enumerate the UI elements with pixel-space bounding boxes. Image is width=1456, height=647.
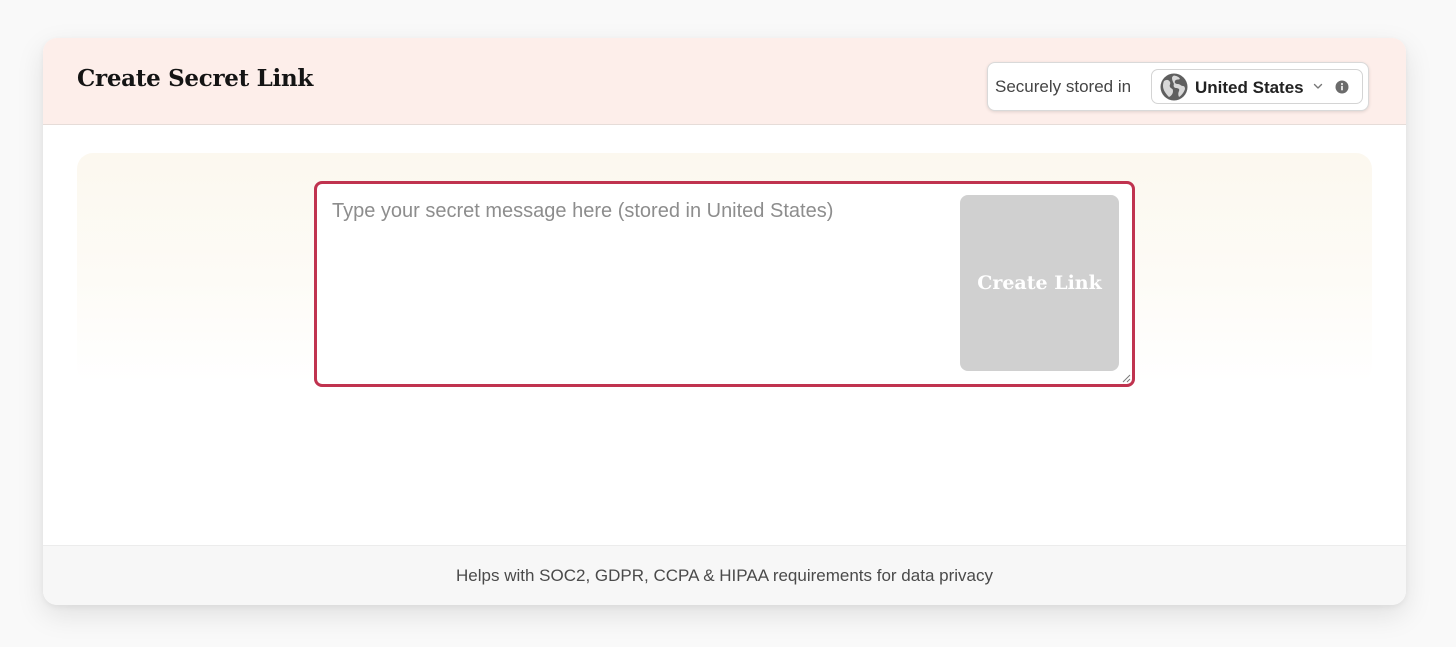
region-select[interactable]: United States (1151, 69, 1363, 104)
region-selected-value: United States (1195, 78, 1304, 97)
card-footer: Helps with SOC2, GDPR, CCPA & HIPAA requ… (43, 545, 1406, 605)
resize-handle-icon[interactable] (1121, 373, 1131, 383)
info-icon[interactable] (1335, 80, 1349, 94)
card-header: Create Secret Link Securely stored in Un… (43, 38, 1406, 125)
globe-icon (1160, 73, 1188, 101)
storage-location-panel: Securely stored in United States (987, 62, 1369, 111)
storage-label: Securely stored in (995, 77, 1132, 96)
chevron-down-icon (1313, 83, 1323, 89)
compliance-note: Helps with SOC2, GDPR, CCPA & HIPAA requ… (456, 566, 993, 585)
secret-message-composer: Create Link (314, 181, 1135, 387)
create-link-button[interactable]: Create Link (960, 195, 1119, 371)
page-title: Create Secret Link (77, 65, 314, 92)
create-secret-link-card: Create Secret Link Securely stored in Un… (43, 38, 1406, 605)
